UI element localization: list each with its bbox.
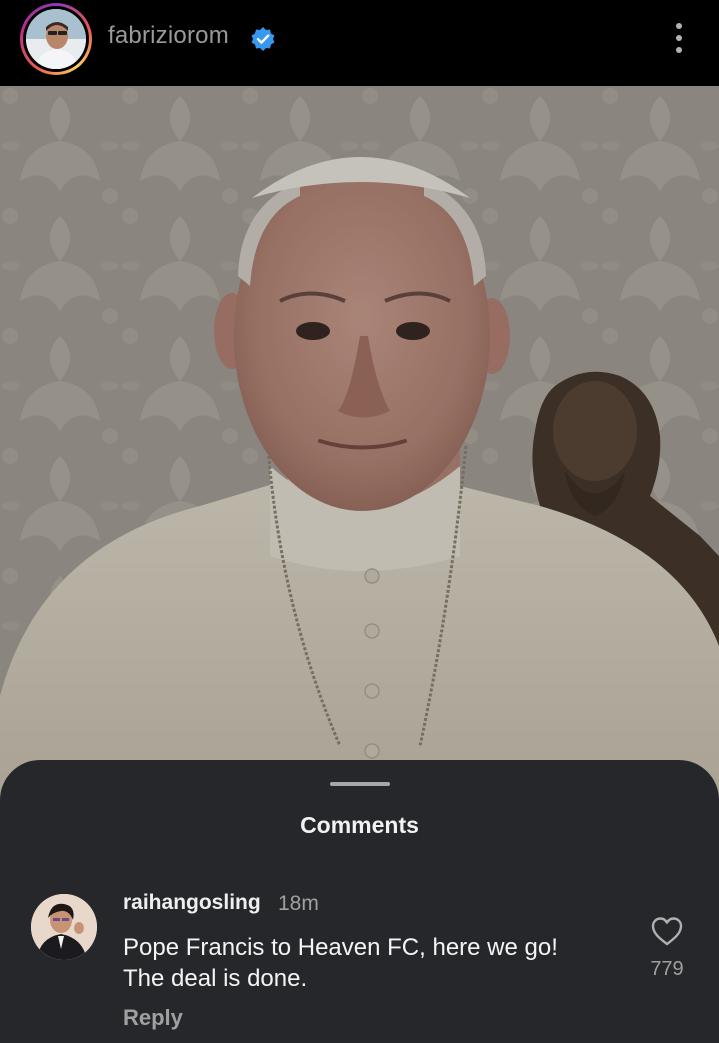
sheet-drag-handle[interactable] (330, 782, 390, 786)
verified-badge-icon (250, 26, 276, 52)
profile-avatar-button[interactable] (20, 3, 92, 75)
more-vertical-icon[interactable] (664, 18, 694, 58)
comment-timestamp: 18m (278, 892, 319, 915)
comments-title: Comments (300, 812, 419, 838)
comment-text-line: Pope Francis to Heaven FC, here we go! (123, 934, 558, 961)
commenter-username[interactable]: raihangosling (123, 891, 261, 915)
post-photo[interactable] (0, 86, 719, 806)
photo-dim-overlay (0, 86, 719, 806)
post-viewer-screen: fabriziorom Comments raihangosling 18m P… (0, 0, 719, 1043)
post-username[interactable]: fabriziorom (108, 22, 229, 50)
comments-sheet: Comments raihangosling 18m Pope Francis … (0, 760, 719, 1043)
commenter-avatar[interactable] (31, 894, 97, 960)
post-header: fabriziorom (0, 0, 719, 86)
comment-text-line: The deal is done. (123, 965, 308, 992)
reply-button[interactable]: Reply (123, 1005, 183, 1031)
heart-outline-icon[interactable] (650, 915, 684, 947)
comment-text: Pope Francis to Heaven FC, here we go! T… (123, 932, 603, 994)
profile-avatar (26, 9, 86, 69)
like-count: 779 (650, 958, 684, 980)
